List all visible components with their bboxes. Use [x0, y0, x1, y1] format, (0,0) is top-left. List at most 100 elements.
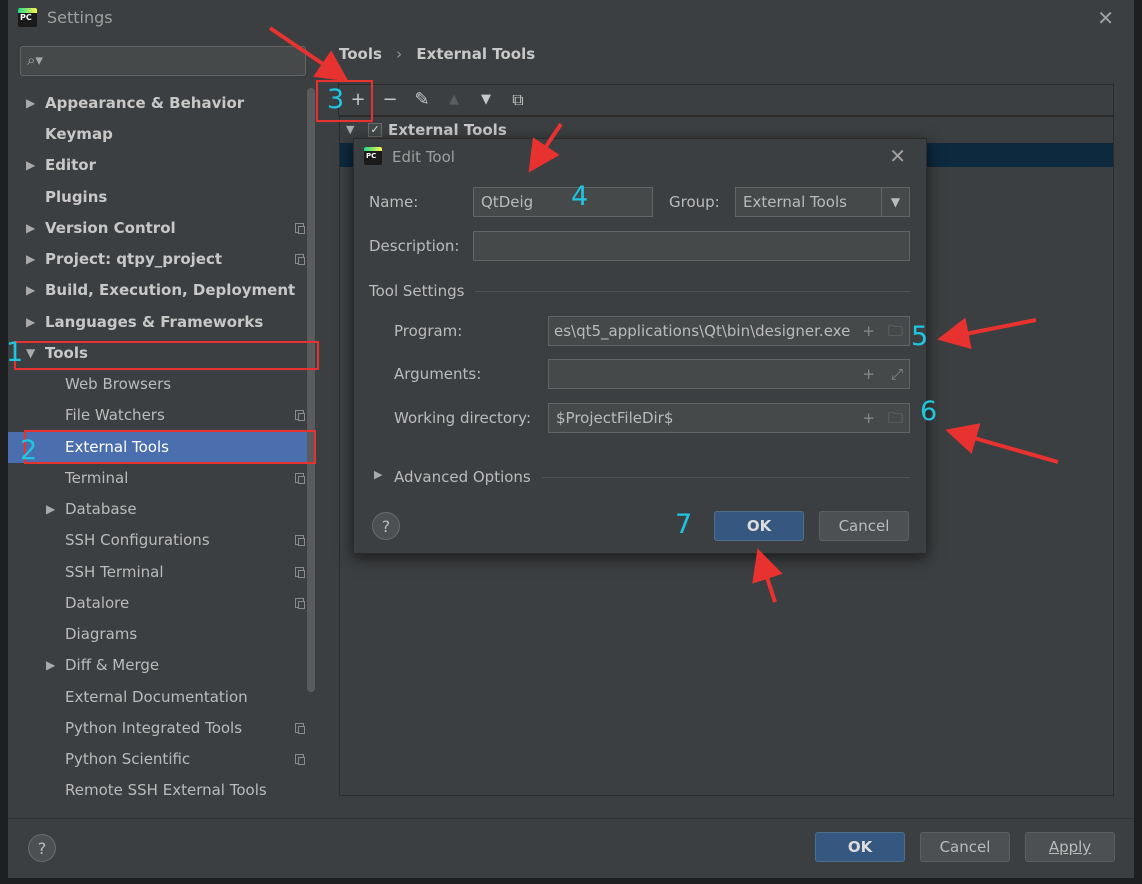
edit-tool-dialog: PC Edit Tool ✕ Name: QtDeig Group: Exter…	[353, 138, 927, 554]
sidebar-item-project[interactable]: ▶ Project: qtpy_project	[8, 244, 305, 275]
working-directory-field[interactable]: $ProjectFileDir$ + 🗀	[548, 403, 910, 433]
dialog-title: Edit Tool	[392, 148, 455, 166]
external-tools-toolbar: + − ✎ ▲ ▼ ⧉	[338, 84, 1114, 116]
sidebar-item-label: Python Integrated Tools	[65, 719, 243, 737]
expand-arrow-icon[interactable]: ▶	[374, 468, 382, 481]
dialog-cancel-button[interactable]: Cancel	[819, 511, 909, 541]
chevron-down-icon[interactable]: ▼	[881, 188, 909, 216]
annotation-number-2: 2	[20, 435, 38, 466]
annotation-number-4: 4	[571, 181, 589, 212]
annotation-box-tools	[14, 341, 319, 370]
pycharm-app-icon: PC	[18, 8, 37, 27]
pycharm-app-icon: PC	[364, 147, 382, 165]
expand-arrow-icon: ▶	[26, 252, 36, 266]
insert-macro-icon[interactable]: +	[862, 404, 875, 432]
move-up-button[interactable]: ▲	[441, 87, 467, 113]
title-bar: PC Settings ✕	[8, 0, 1134, 36]
sidebar-item-label: Languages & Frameworks	[45, 313, 264, 331]
sidebar-item-label: Build, Execution, Deployment	[45, 281, 296, 299]
settings-search-input[interactable]: ⌕▾	[20, 46, 306, 76]
sidebar-item-label: Keymap	[45, 125, 113, 143]
dialog-ok-button[interactable]: OK	[714, 511, 804, 541]
group-select[interactable]: External Tools ▼	[735, 187, 910, 217]
footer-apply-button[interactable]: Apply	[1025, 832, 1115, 862]
project-settings-icon	[295, 535, 305, 546]
window-close-icon[interactable]: ✕	[1097, 6, 1114, 30]
expand-arrow-icon: ▶	[26, 158, 36, 172]
arguments-field[interactable]: + ⤢	[548, 359, 910, 389]
app-icon-text: PC	[20, 13, 32, 22]
sidebar-item-file-watchers[interactable]: File Watchers	[8, 400, 305, 431]
annotation-box-add	[316, 80, 373, 122]
copy-tool-button[interactable]: ⧉	[505, 87, 531, 113]
sidebar-item-python-integrated-tools[interactable]: Python Integrated Tools	[8, 713, 305, 744]
sidebar-item-build[interactable]: ▶ Build, Execution, Deployment	[8, 275, 304, 306]
expand-icon[interactable]: ⤢	[891, 360, 903, 388]
sidebar-item-keymap[interactable]: Keymap	[8, 119, 304, 150]
sidebar-item-terminal[interactable]: Terminal	[8, 463, 305, 494]
footer-ok-button[interactable]: OK	[815, 832, 905, 862]
insert-macro-icon[interactable]: +	[858, 317, 875, 345]
annotation-number-3: 3	[327, 84, 345, 115]
name-field[interactable]: QtDeig	[473, 187, 653, 217]
expand-arrow-icon: ▶	[26, 96, 36, 110]
sidebar-item-label: Remote SSH External Tools	[65, 781, 267, 799]
folder-icon[interactable]: 🗀	[888, 404, 903, 432]
advanced-options-toggle[interactable]: Advanced Options	[394, 468, 531, 486]
search-icon: ⌕▾	[27, 51, 43, 69]
project-settings-icon	[295, 223, 305, 234]
sidebar-item-web-browsers[interactable]: Web Browsers	[8, 369, 304, 400]
sidebar-item-database[interactable]: ▶ Database	[8, 494, 304, 525]
program-field-value: es\qt5_applications\Qt\bin\designer.exe	[554, 322, 851, 340]
edit-tool-button[interactable]: ✎	[409, 87, 435, 113]
breadcrumb-parent[interactable]: Tools	[339, 45, 382, 63]
dialog-title-bar: PC Edit Tool ✕	[354, 139, 926, 175]
sidebar-item-editor[interactable]: ▶ Editor	[8, 150, 304, 181]
sidebar-item-label: Terminal	[65, 469, 129, 487]
sidebar-item-ssh-configurations[interactable]: SSH Configurations	[8, 525, 305, 556]
tool-settings-heading: Tool Settings	[369, 282, 465, 300]
description-field[interactable]	[473, 231, 910, 261]
sidebar-item-languages[interactable]: ▶ Languages & Frameworks	[8, 307, 304, 338]
name-label: Name:	[369, 193, 419, 211]
sidebar-item-label: File Watchers	[65, 406, 165, 424]
project-settings-icon	[295, 473, 305, 484]
sidebar-item-label: Appearance & Behavior	[45, 94, 245, 112]
sidebar-item-ssh-terminal[interactable]: SSH Terminal	[8, 557, 305, 588]
sidebar-item-label: Diagrams	[65, 625, 138, 643]
move-down-button[interactable]: ▼	[473, 87, 499, 113]
sidebar-item-remote-ssh-external-tools[interactable]: Remote SSH External Tools	[8, 775, 304, 806]
sidebar-item-plugins[interactable]: Plugins	[8, 182, 304, 213]
working-directory-value: $ProjectFileDir$	[556, 409, 674, 427]
sidebar-item-label: Editor	[45, 156, 96, 174]
app-icon-text: PC	[366, 152, 377, 160]
expand-arrow-icon: ▶	[46, 502, 56, 516]
group-select-value: External Tools	[743, 193, 847, 211]
sidebar-item-datalore[interactable]: Datalore	[8, 588, 305, 619]
footer-cancel-button[interactable]: Cancel	[920, 832, 1010, 862]
settings-footer: ? OK Cancel Apply	[8, 818, 1134, 879]
project-settings-icon	[295, 598, 305, 609]
annotation-box-external-tools	[24, 430, 316, 464]
dialog-close-icon[interactable]: ✕	[889, 144, 906, 168]
sidebar-scrollbar[interactable]	[307, 88, 315, 692]
sidebar-item-version-control[interactable]: ▶ Version Control	[8, 213, 305, 244]
folder-icon[interactable]: 🗀	[887, 317, 903, 345]
breadcrumb: Tools › External Tools	[339, 45, 535, 63]
sidebar-item-label: Plugins	[45, 188, 108, 206]
project-settings-icon	[295, 410, 305, 421]
sidebar-item-python-scientific[interactable]: Python Scientific	[8, 744, 305, 775]
sidebar-item-external-documentation[interactable]: External Documentation	[8, 682, 304, 713]
sidebar-item-diff-merge[interactable]: ▶ Diff & Merge	[8, 650, 304, 681]
program-field[interactable]: es\qt5_applications\Qt\bin\designer.exe …	[548, 316, 910, 346]
group-checkbox[interactable]: ✓	[368, 123, 382, 137]
sidebar-item-diagrams[interactable]: Diagrams	[8, 619, 304, 650]
insert-macro-icon[interactable]: +	[862, 360, 875, 388]
footer-help-button[interactable]: ?	[28, 834, 56, 862]
window-title: Settings	[47, 8, 113, 27]
dialog-help-button[interactable]: ?	[372, 512, 400, 540]
arguments-label: Arguments:	[394, 365, 482, 383]
remove-tool-button[interactable]: −	[377, 87, 403, 113]
sidebar-item-label: SSH Terminal	[65, 563, 164, 581]
sidebar-item-appearance-behavior[interactable]: ▶ Appearance & Behavior	[8, 88, 304, 119]
